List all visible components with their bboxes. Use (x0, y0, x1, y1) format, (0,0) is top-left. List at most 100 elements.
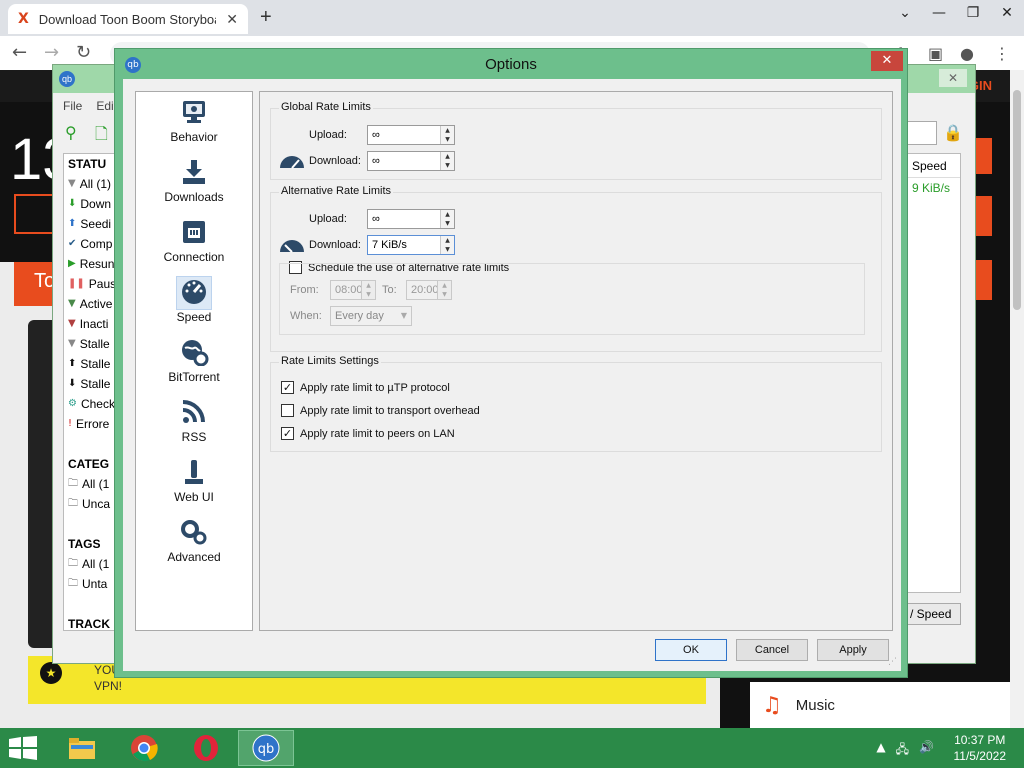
sidebar-section-header[interactable]: TRACK (64, 614, 116, 630)
music-category-link[interactable]: ♫ Music (750, 682, 1010, 728)
lan-checkbox-box[interactable]: ✓ (281, 427, 294, 440)
category-advanced[interactable]: Advanced (136, 514, 252, 572)
minimize-icon[interactable]: — (922, 0, 956, 26)
file-explorer-icon[interactable] (54, 730, 110, 766)
chrome-icon[interactable] (116, 730, 172, 766)
qbittorrent-icon[interactable]: qb (238, 730, 294, 766)
sidebar-filter-item[interactable]: 🗀 Unta (64, 574, 116, 594)
sidebar-filter-item[interactable]: 🗀 All (1 (64, 474, 116, 494)
speed-column-header[interactable]: Speed (906, 154, 960, 178)
qb-main-close-icon[interactable]: ✕ (939, 69, 967, 87)
spin-arrows[interactable]: ▲ ▼ (437, 281, 451, 299)
reload-icon[interactable]: ↻ (76, 42, 91, 63)
sidebar-item-label: Seedi (80, 217, 112, 231)
sidebar-filter-item[interactable]: ▼ Active (64, 294, 116, 314)
sidebar-item-label: STATU (68, 157, 107, 171)
to-time-spinbox[interactable]: 20:00 ▲ ▼ (406, 280, 452, 300)
close-window-icon[interactable]: ✕ (990, 0, 1024, 26)
category-web-ui[interactable]: Web UI (136, 454, 252, 512)
global-download-spinbox[interactable]: ∞ ▲ ▼ (367, 151, 455, 171)
overhead-checkbox-box[interactable] (281, 404, 294, 417)
sidebar-filter-item[interactable]: ⬆ Seedi (64, 214, 116, 234)
resize-grip-icon[interactable]: ⋰ (888, 657, 897, 667)
network-icon[interactable]: 🖧 (896, 740, 909, 761)
overhead-label: Apply rate limit to transport overhead (300, 404, 480, 417)
options-dialog: qb Options ✕ Behavior Downloads Connecti… (114, 48, 908, 678)
sidebar-filter-item[interactable]: 🗀 All (1 (64, 554, 116, 574)
sidebar-filter-item[interactable]: ! Errore (64, 414, 116, 434)
lock-icon[interactable]: 🔒 (943, 123, 963, 142)
sidebar-filter-item[interactable]: ⬆ Stalle (64, 354, 116, 374)
show-hidden-icons-icon[interactable]: ▲ (876, 740, 885, 761)
category-label: Web UI (174, 490, 214, 504)
windows-start-icon[interactable] (8, 736, 38, 760)
category-connection[interactable]: Connection (136, 214, 252, 272)
spin-arrows[interactable]: ▲ ▼ (440, 210, 454, 228)
menu-file[interactable]: File (63, 99, 82, 113)
sidebar-filter-item[interactable]: ⚙ Check (64, 394, 116, 414)
sidebar-section-header[interactable]: TAGS (64, 534, 116, 554)
dialog-close-icon[interactable]: ✕ (871, 51, 903, 71)
sidebar-filter-item[interactable]: 🗀 Unca (64, 494, 116, 514)
sidebar-icon[interactable]: ▣ (928, 44, 943, 63)
sidebar-filter-item[interactable]: ▼ Stalle (64, 334, 116, 354)
new-tab-icon[interactable]: + (260, 6, 272, 29)
behavior-monitor-icon (183, 101, 205, 123)
cancel-button[interactable]: Cancel (736, 639, 808, 661)
sidebar-filter-item[interactable]: ✔ Comp (64, 234, 116, 254)
opera-icon[interactable] (178, 730, 234, 766)
sidebar-filter-item[interactable]: ⬇ Down (64, 194, 116, 214)
forward-icon[interactable]: → (44, 42, 59, 63)
when-label: When: (290, 310, 322, 322)
restore-icon[interactable]: ❐ (956, 0, 990, 26)
sidebar-section-header[interactable]: CATEG (64, 454, 116, 474)
sidebar-item-label: Active (79, 297, 113, 311)
back-icon[interactable]: ← (12, 42, 27, 63)
category-bittorrent[interactable]: BitTorrent (136, 334, 252, 392)
category-speed[interactable]: Speed (136, 274, 252, 332)
spin-arrows[interactable]: ▲ ▼ (440, 236, 454, 254)
ok-button[interactable]: OK (655, 639, 727, 661)
browser-tab[interactable]: X Download Toon Boom Storyboa ✕ (8, 4, 248, 34)
spin-arrows[interactable]: ▲ ▼ (440, 126, 454, 144)
sidebar-filter-item[interactable]: ❚❚Pause (64, 274, 116, 294)
when-dropdown[interactable]: Every day ▼ (330, 306, 412, 326)
profile-icon[interactable]: ● (960, 44, 974, 63)
sidebar-filter-item[interactable]: ▼ Inacti (64, 314, 116, 334)
sidebar-filter-item[interactable]: ⬇ Stalle (64, 374, 116, 394)
tab-search-icon[interactable]: ⌄ (888, 0, 922, 26)
overhead-checkbox[interactable]: Apply rate limit to transport overhead (281, 404, 480, 417)
utp-checkbox-box[interactable]: ✓ (281, 381, 294, 394)
web-ui-remote-icon (185, 460, 203, 484)
sidebar-filter-item[interactable]: ▶ Resun (64, 254, 116, 274)
spin-arrows[interactable]: ▲ ▼ (440, 152, 454, 170)
tab-close-icon[interactable]: ✕ (226, 11, 238, 28)
page-scrollbar[interactable] (1010, 70, 1024, 728)
qb-filter-sidebar: STATU ▼ All (1) ⬇ Down ⬆ Seedi ✔ Comp ▶ Resun ❚❚ Pau… (63, 153, 117, 631)
menu-icon[interactable]: ⋮ (994, 44, 1010, 63)
spin-arrows[interactable]: ▲ ▼ (361, 281, 375, 299)
connection-network-icon (183, 221, 205, 243)
category-behavior[interactable]: Behavior (136, 94, 252, 152)
from-time-spinbox[interactable]: 08:00 ▲ ▼ (330, 280, 376, 300)
apply-button[interactable]: Apply (817, 639, 889, 661)
volume-icon[interactable]: 🔊 (919, 740, 934, 761)
add-file-icon[interactable]: 🗋 (95, 123, 108, 150)
scrollbar-thumb[interactable] (1013, 90, 1021, 310)
alt-download-spinbox[interactable]: 7 KiB/s ▲ ▼ (367, 235, 455, 255)
alt-upload-spinbox[interactable]: ∞ ▲ ▼ (367, 209, 455, 229)
category-downloads[interactable]: Downloads (136, 154, 252, 212)
category-label: BitTorrent (168, 370, 220, 384)
speed-tab-button[interactable]: / Speed (905, 603, 961, 625)
taskbar-clock[interactable]: 10:37 PM 11/5/2022 (954, 732, 1007, 764)
category-rss[interactable]: RSS (136, 394, 252, 452)
utp-checkbox[interactable]: ✓ Apply rate limit to µTP protocol (281, 381, 450, 394)
down-arrow-icon: ⬇ (68, 378, 77, 389)
sidebar-section-header[interactable]: STATU (64, 154, 116, 174)
qb-search-field[interactable] (905, 121, 937, 145)
global-upload-spinbox[interactable]: ∞ ▲ ▼ (367, 125, 455, 145)
rss-feed-icon (182, 400, 205, 423)
sidebar-filter-item[interactable]: ▼ All (1) (64, 174, 116, 194)
lan-checkbox[interactable]: ✓ Apply rate limit to peers on LAN (281, 427, 455, 440)
add-link-icon[interactable]: ⚲ (65, 123, 77, 142)
